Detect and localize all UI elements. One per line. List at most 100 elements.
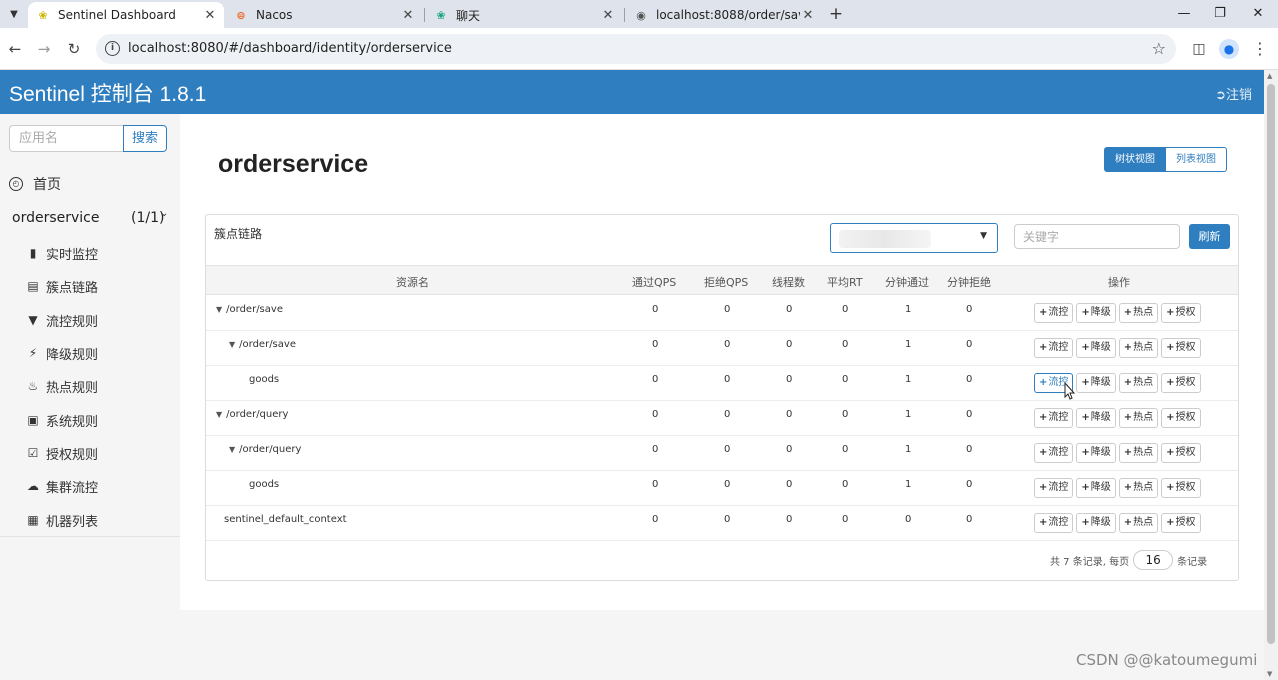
- app-search-input[interactable]: [9, 125, 123, 152]
- auth-rule-button[interactable]: +授权: [1161, 443, 1201, 463]
- resource-name: goods: [249, 374, 280, 385]
- sidebar-item-realtime[interactable]: ▮ 实时监控: [26, 243, 98, 263]
- tab-order-save[interactable]: ◉ localhost:8088/order/save ✕: [626, 2, 822, 28]
- close-icon[interactable]: ✕: [600, 8, 616, 23]
- degrade-rule-button[interactable]: +降级: [1076, 478, 1116, 498]
- list-view-button[interactable]: 列表视图: [1166, 147, 1227, 172]
- action-label: 热点: [1133, 412, 1154, 423]
- chevron-down-icon: ⌄: [160, 208, 169, 219]
- refresh-button[interactable]: 刷新: [1189, 224, 1230, 249]
- hotspot-rule-button[interactable]: +热点: [1118, 513, 1159, 533]
- machine-select[interactable]: ▼: [830, 223, 998, 253]
- action-label: 降级: [1090, 447, 1111, 458]
- forward-arrow-icon[interactable]: →: [34, 39, 54, 59]
- window-close-icon[interactable]: ✕: [1248, 4, 1268, 24]
- sidebar-item-home[interactable]: ◴ 首页: [9, 174, 61, 194]
- auth-rule-button[interactable]: +授权: [1161, 303, 1201, 323]
- profile-avatar-icon[interactable]: ●: [1219, 39, 1239, 59]
- sidebar-item-hotspot-rules[interactable]: ♨ 热点规则: [26, 376, 98, 396]
- sidebar-item-cluster-flow[interactable]: ☁ 集群流控: [26, 476, 98, 496]
- hotspot-rule-button[interactable]: +热点: [1118, 443, 1159, 463]
- new-tab-button[interactable]: +: [826, 4, 846, 24]
- tab-sentinel-dashboard[interactable]: ❀ Sentinel Dashboard ✕: [28, 2, 224, 28]
- expand-caret-icon[interactable]: ▼: [229, 445, 235, 454]
- metric-avg-rt: 0: [842, 374, 849, 385]
- row-actions: +流控 +降级 +热点 +授权: [1034, 373, 1201, 393]
- close-icon[interactable]: ✕: [400, 8, 416, 23]
- flow-rule-button[interactable]: +流控: [1034, 303, 1074, 323]
- info-icon[interactable]: i: [105, 41, 120, 56]
- metric-min-pass: 1: [905, 339, 912, 350]
- bookmark-star-icon[interactable]: ☆: [1152, 39, 1166, 58]
- sidebar-item-cluster-link[interactable]: ▤ 簇点链路: [26, 276, 98, 296]
- degrade-rule-button[interactable]: +降级: [1076, 443, 1116, 463]
- sidebar-item-degrade-rules[interactable]: ⚡ 降级规则: [26, 343, 98, 363]
- scroll-up-icon[interactable]: ▲: [1267, 72, 1272, 80]
- side-panel-icon[interactable]: ◫: [1189, 39, 1209, 59]
- page-scrollbar[interactable]: ▲ ▼: [1264, 70, 1278, 680]
- expand-caret-icon[interactable]: ▼: [216, 305, 222, 314]
- address-bar[interactable]: i localhost:8080/#/dashboard/identity/or…: [96, 34, 1176, 64]
- expand-caret-icon[interactable]: ▼: [229, 340, 235, 349]
- auth-rule-button[interactable]: +授权: [1161, 408, 1201, 428]
- minimize-icon[interactable]: —: [1174, 4, 1194, 24]
- auth-rule-button[interactable]: +授权: [1161, 338, 1201, 358]
- degrade-rule-button[interactable]: +降级: [1076, 513, 1116, 533]
- hotspot-rule-button[interactable]: +热点: [1118, 338, 1159, 358]
- action-label: 流控: [1048, 447, 1069, 458]
- degrade-rule-button[interactable]: +降级: [1076, 373, 1116, 393]
- sidebar-item-machines[interactable]: ▦ 机器列表: [26, 510, 98, 530]
- url-text[interactable]: localhost:8080/#/dashboard/identity/orde…: [128, 41, 452, 56]
- tab-nacos[interactable]: ⊜ Nacos ✕: [226, 2, 422, 28]
- tab-title: localhost:8088/order/save: [656, 8, 800, 22]
- panel-title: 簇点链路: [214, 227, 263, 241]
- sidebar-item-system-rules[interactable]: ▣ 系统规则: [26, 410, 98, 430]
- hotspot-rule-button[interactable]: +热点: [1118, 303, 1159, 323]
- hotspot-rule-button[interactable]: +热点: [1118, 478, 1159, 498]
- search-button[interactable]: 搜索: [123, 125, 167, 152]
- auth-rule-button[interactable]: +授权: [1161, 373, 1201, 393]
- plus-icon: +: [1081, 482, 1090, 493]
- auth-rule-button[interactable]: +授权: [1161, 513, 1201, 533]
- row-actions: +流控 +降级 +热点 +授权: [1034, 303, 1201, 323]
- action-label: 授权: [1175, 447, 1196, 458]
- reload-icon[interactable]: ↻: [64, 39, 84, 59]
- expand-caret-icon[interactable]: ▼: [216, 410, 222, 419]
- sidebar-item-auth-rules[interactable]: ☑ 授权规则: [26, 443, 98, 463]
- tab-chat[interactable]: ❀ 聊天 ✕: [426, 2, 622, 28]
- hotspot-rule-button[interactable]: +热点: [1118, 373, 1159, 393]
- action-label: 授权: [1175, 517, 1196, 528]
- list-icon: ▤: [27, 279, 39, 293]
- scroll-down-icon[interactable]: ▼: [1267, 670, 1272, 678]
- tab-search-chevron-icon[interactable]: ▼: [4, 4, 24, 24]
- degrade-rule-button[interactable]: +降级: [1076, 338, 1116, 358]
- metric-threads: 0: [786, 304, 793, 315]
- table-row: ▼/order/save 0 0 0 0 1 0 +流控 +降级 +热点 +授权: [206, 296, 1238, 331]
- flow-rule-button[interactable]: +流控: [1034, 443, 1074, 463]
- sidebar-app-orderservice[interactable]: orderservice (1/1) ⌄: [0, 202, 180, 234]
- metric-min-pass: 1: [905, 444, 912, 455]
- flow-rule-button[interactable]: +流控: [1034, 513, 1074, 533]
- scrollbar-thumb[interactable]: [1267, 84, 1275, 644]
- degrade-rule-button[interactable]: +降级: [1076, 303, 1116, 323]
- action-label: 授权: [1175, 482, 1196, 493]
- restore-icon[interactable]: ❐: [1210, 4, 1230, 24]
- degrade-rule-button[interactable]: +降级: [1076, 408, 1116, 428]
- close-icon[interactable]: ✕: [202, 8, 218, 23]
- logout-link[interactable]: ➲注销: [1215, 84, 1252, 103]
- keyword-input[interactable]: [1014, 224, 1180, 249]
- sidebar-item-flow-rules[interactable]: ▼ 流控规则: [26, 310, 98, 330]
- tab-title: 聊天: [456, 8, 481, 23]
- flow-rule-button[interactable]: +流控: [1034, 408, 1074, 428]
- close-icon[interactable]: ✕: [800, 8, 816, 23]
- tree-view-button[interactable]: 树状视图: [1104, 147, 1166, 172]
- page-size-input[interactable]: 16: [1133, 550, 1174, 570]
- more-menu-icon[interactable]: ⋮: [1250, 39, 1270, 59]
- brand-title[interactable]: Sentinel 控制台 1.8.1: [9, 78, 206, 108]
- table-row: goods 0 0 0 0 1 0 +流控 +降级 +热点 +授权: [206, 366, 1238, 401]
- flow-rule-button[interactable]: +流控: [1034, 478, 1074, 498]
- flow-rule-button[interactable]: +流控: [1034, 338, 1074, 358]
- back-arrow-icon[interactable]: ←: [5, 39, 25, 59]
- auth-rule-button[interactable]: +授权: [1161, 478, 1201, 498]
- hotspot-rule-button[interactable]: +热点: [1118, 408, 1159, 428]
